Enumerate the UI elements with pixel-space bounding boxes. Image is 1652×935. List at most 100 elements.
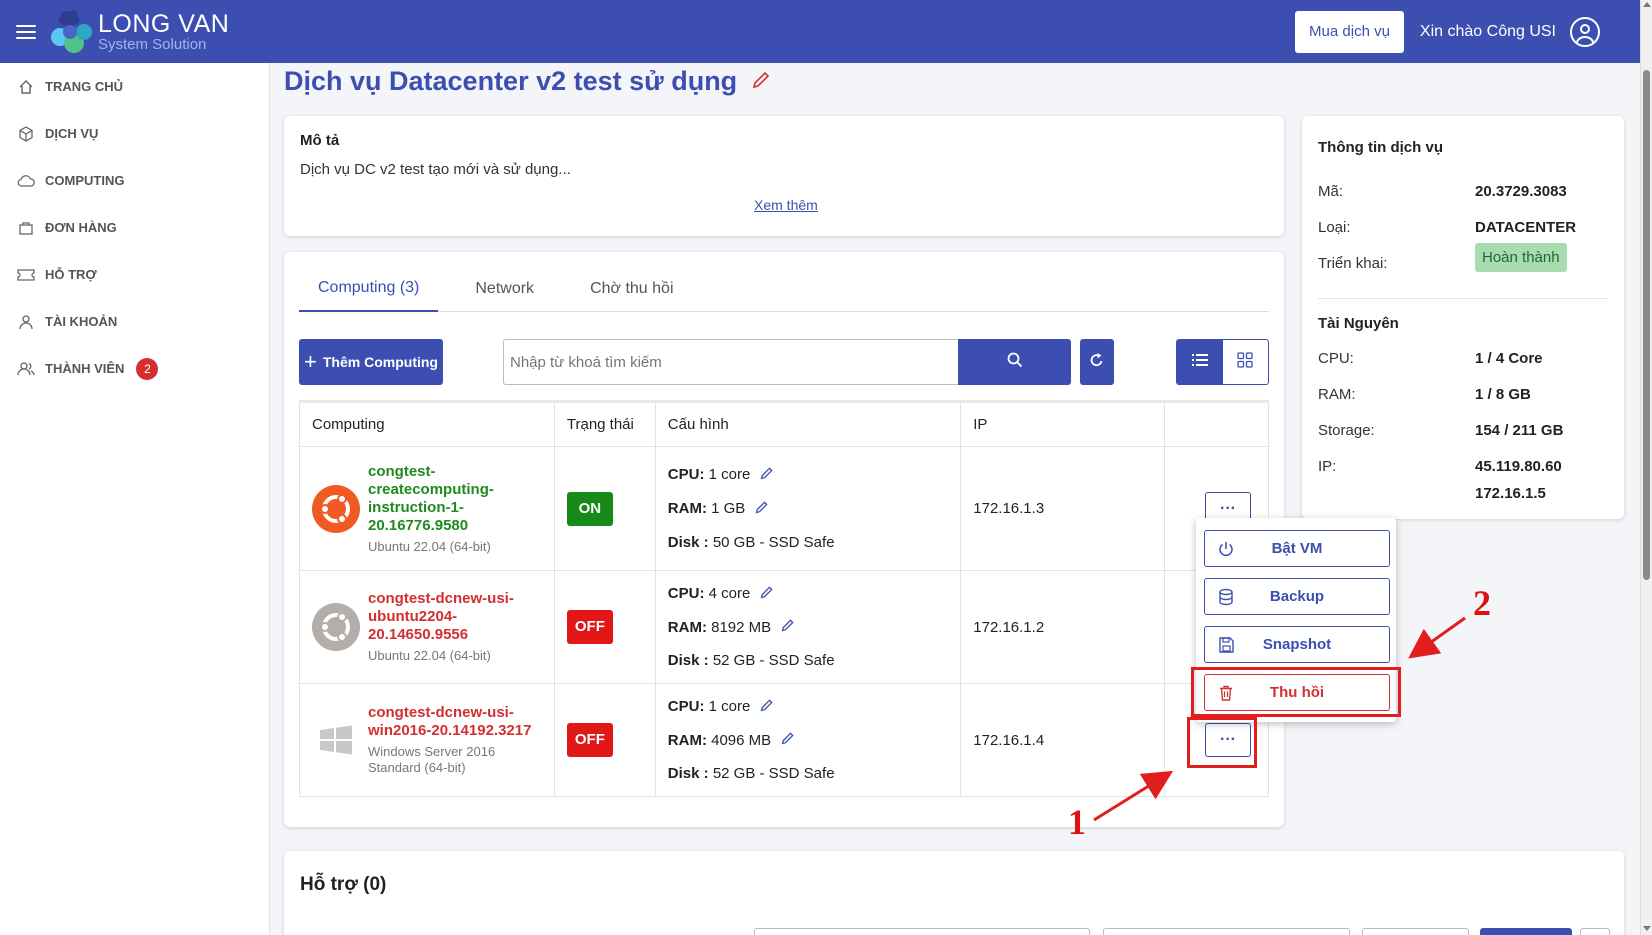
top-header: LONG VAN System Solution Mua dịch vụ Xin… xyxy=(0,0,1640,63)
cpu-label: CPU: xyxy=(1318,350,1354,367)
refresh-icon xyxy=(1089,352,1105,373)
table-row: congtest-createcomputing-instruction-1- 2… xyxy=(299,446,1269,571)
description-heading: Mô tả xyxy=(300,132,340,149)
edit-ram-pencil-icon[interactable] xyxy=(781,724,795,757)
edit-cpu-pencil-icon[interactable] xyxy=(760,459,774,492)
search-input[interactable] xyxy=(503,339,959,385)
search-button[interactable] xyxy=(958,339,1071,385)
status-badge: OFF xyxy=(566,723,613,757)
snapshot-menu-item[interactable]: Snapshot xyxy=(1204,626,1390,663)
disk-value: 52 GB - SSD Safe xyxy=(712,765,835,783)
power-icon xyxy=(1217,540,1235,562)
ip-label: IP: xyxy=(1318,458,1337,475)
vm-name[interactable]: congtest-createcomputing-instruction-1- 2… xyxy=(368,463,494,535)
sidebar-item-support[interactable]: HỖ TRỢ xyxy=(0,251,269,298)
list-view-button[interactable] xyxy=(1177,340,1223,384)
users-icon xyxy=(17,360,35,378)
support-filter-field[interactable] xyxy=(754,928,1090,935)
sidebar-item-home[interactable]: TRANG CHỦ xyxy=(0,63,269,110)
cpu-value: 1 core xyxy=(708,466,751,484)
edit-title-pencil-icon[interactable] xyxy=(751,66,771,97)
tab-network[interactable]: Network xyxy=(456,266,553,312)
cpu-value: 1 core xyxy=(708,697,751,715)
sidebar-item-label: DỊCH VỤ xyxy=(45,126,99,141)
sidebar-item-computing[interactable]: COMPUTING xyxy=(0,157,269,204)
list-icon xyxy=(1191,353,1208,372)
logo-subtitle: System Solution xyxy=(98,35,207,53)
search-icon xyxy=(1007,352,1023,373)
vm-name[interactable]: congtest-dcnew-usi-win2016-20.14192.3217 xyxy=(368,704,531,740)
disk-label: Disk : xyxy=(667,533,709,551)
public-ip-value: 45.119.80.60 xyxy=(1475,458,1562,475)
page-scrollbar[interactable] xyxy=(1640,0,1652,935)
storage-value: 154 / 211 GB xyxy=(1475,422,1564,439)
type-value: DATACENTER xyxy=(1475,219,1577,236)
support-action-button[interactable] xyxy=(1480,928,1572,935)
start-vm-menu-item[interactable]: Bật VM xyxy=(1204,530,1390,567)
save-icon xyxy=(1217,636,1235,658)
private-ip-value: 172.16.1.5 xyxy=(1475,485,1546,502)
column-header-computing: Computing xyxy=(299,401,555,447)
view-toggle xyxy=(1176,339,1269,385)
windows-logo-icon xyxy=(312,716,360,764)
user-icon xyxy=(17,313,35,331)
sidebar: TRANG CHỦ DỊCH VỤ COMPUTING ĐƠN HÀNG HỖ … xyxy=(0,63,270,935)
bag-icon xyxy=(17,219,35,237)
sidebar-item-label: TRANG CHỦ xyxy=(45,79,123,94)
ticket-icon xyxy=(17,266,35,284)
buy-service-button[interactable]: Mua dịch vụ xyxy=(1295,10,1404,53)
annotation-number-1: 1 xyxy=(1068,802,1086,842)
storage-label: Storage: xyxy=(1318,422,1375,439)
tab-pending-recall[interactable]: Chờ thu hồi xyxy=(571,266,692,312)
annotation-arrow-2 xyxy=(1408,616,1466,659)
disk-value: 52 GB - SSD Safe xyxy=(712,652,835,670)
divider xyxy=(1318,298,1608,299)
edit-ram-pencil-icon[interactable] xyxy=(755,493,769,526)
computing-card: Computing (3) Network Chờ thu hồi + Thêm… xyxy=(284,252,1284,827)
cpu-value: 1 / 4 Core xyxy=(1475,350,1543,367)
logo-mark xyxy=(50,9,94,54)
edit-cpu-pencil-icon[interactable] xyxy=(760,578,774,611)
hamburger-menu-icon[interactable] xyxy=(16,24,36,39)
computing-table: Computing Trạng thái Cấu hình IP congtes… xyxy=(299,400,1269,797)
vm-name[interactable]: congtest-dcnew-usi-ubuntu2204- 20.14650.9… xyxy=(368,590,514,644)
tab-computing[interactable]: Computing (3) xyxy=(299,266,439,312)
support-filter-field[interactable] xyxy=(1103,928,1350,935)
recall-highlight-box xyxy=(1191,667,1401,717)
refresh-button[interactable] xyxy=(1080,339,1114,385)
edit-cpu-pencil-icon[interactable] xyxy=(760,691,774,724)
column-header-ip: IP xyxy=(960,401,1166,447)
sidebar-item-account[interactable]: TÀI KHOẢN xyxy=(0,298,269,345)
sidebar-item-members[interactable]: THÀNH VIÊN 2 xyxy=(0,345,269,392)
vm-os: Windows Server 2016 Standard (64-bit) xyxy=(368,744,496,775)
cpu-value: 4 core xyxy=(708,584,751,602)
user-avatar-icon[interactable] xyxy=(1570,16,1600,47)
status-badge: ON xyxy=(566,491,613,526)
home-icon xyxy=(17,78,35,96)
table-header-row: Computing Trạng thái Cấu hình IP xyxy=(299,401,1269,447)
column-header-config: Cấu hình xyxy=(654,401,962,447)
logo[interactable]: LONG VAN System Solution xyxy=(50,9,229,54)
scroll-up-icon[interactable] xyxy=(1643,2,1651,7)
vm-os: Ubuntu 22.04 (64-bit) xyxy=(368,648,491,663)
actions-button-highlight-box xyxy=(1187,717,1257,768)
deploy-label: Triển khai: xyxy=(1318,255,1388,272)
table-row: congtest-dcnew-usi-win2016-20.14192.3217… xyxy=(299,683,1269,797)
edit-ram-pencil-icon[interactable] xyxy=(781,611,795,644)
support-extra-button[interactable] xyxy=(1580,928,1610,935)
ubuntu-logo-icon xyxy=(312,484,360,533)
members-count-badge: 2 xyxy=(136,357,159,380)
grid-view-button[interactable] xyxy=(1223,340,1269,384)
backup-menu-item[interactable]: Backup xyxy=(1204,578,1390,615)
scroll-down-icon[interactable] xyxy=(1643,926,1651,931)
scrollbar-thumb[interactable] xyxy=(1643,70,1650,580)
add-computing-button[interactable]: + Thêm Computing xyxy=(299,339,443,385)
cpu-label: CPU: xyxy=(667,584,705,602)
support-filter-field[interactable] xyxy=(1362,928,1469,935)
sidebar-item-services[interactable]: DỊCH VỤ xyxy=(0,110,269,157)
sidebar-item-orders[interactable]: ĐƠN HÀNG xyxy=(0,204,269,251)
cpu-label: CPU: xyxy=(667,466,705,484)
cube-icon xyxy=(17,125,35,143)
disk-value: 50 GB - SSD Safe xyxy=(712,533,835,551)
see-more-link[interactable]: Xem thêm xyxy=(754,197,818,213)
